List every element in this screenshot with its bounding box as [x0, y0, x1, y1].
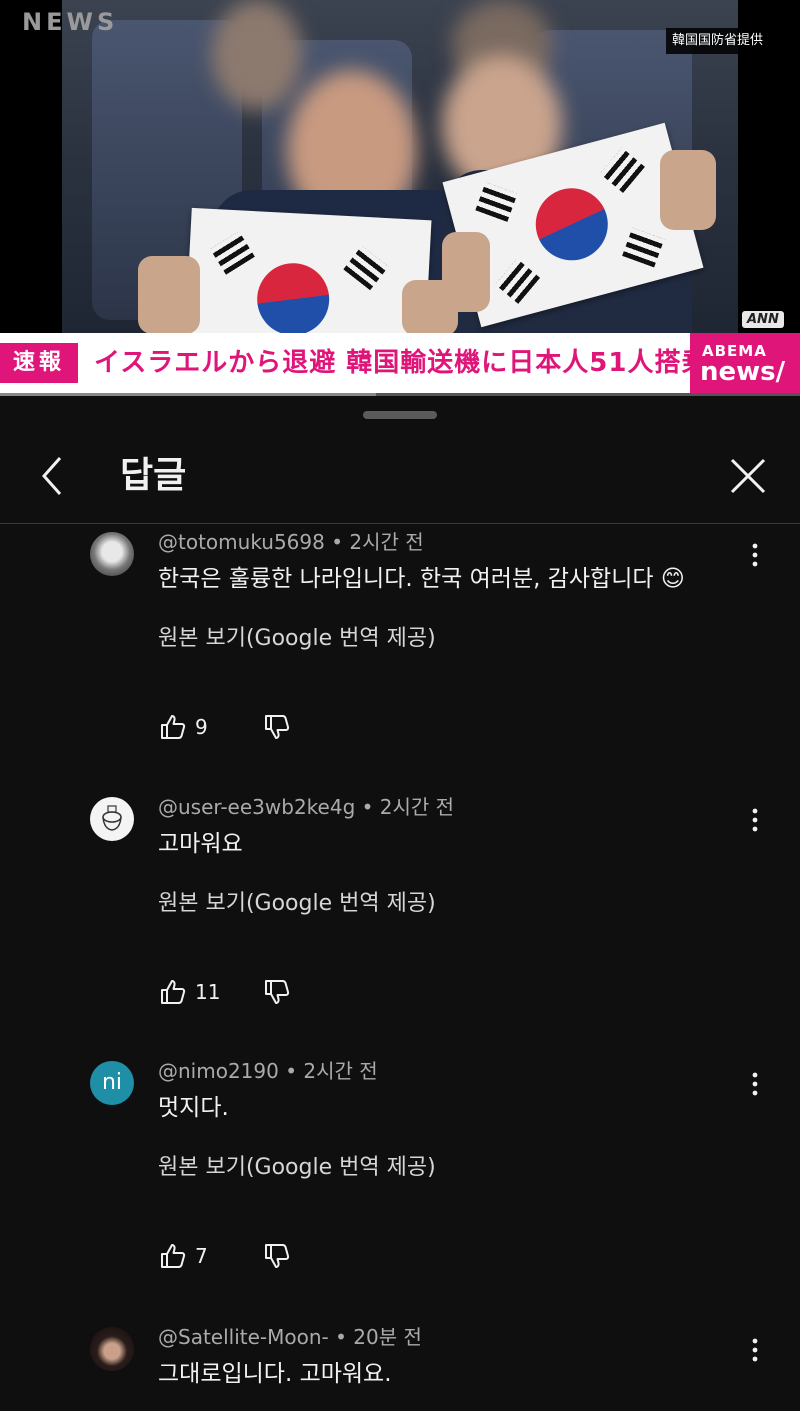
image-credit: 韓国国防省提供: [666, 28, 770, 54]
see-original-link[interactable]: 원본 보기(Google 번역 제공): [158, 887, 436, 921]
dislike-button[interactable]: [262, 712, 292, 742]
video-frame: [62, 0, 738, 333]
thumbs-down-icon: [262, 1241, 292, 1271]
reply-author[interactable]: @totomuku5698: [158, 530, 325, 554]
more-options-button[interactable]: [740, 1335, 770, 1365]
reply-time: 20분 전: [353, 1325, 422, 1349]
reply-text: 그대로입니다. 고마워요.: [158, 1361, 392, 1387]
more-vert-icon: [740, 1335, 770, 1365]
see-original-link[interactable]: 원본 보기(Google 번역 제공): [158, 622, 436, 656]
sheet-header: 답글: [0, 436, 800, 524]
thumbs-up-icon: [158, 977, 188, 1007]
reply-time: 2시간 전: [349, 530, 424, 554]
ann-logo: ANN: [742, 311, 784, 328]
avatar[interactable]: [90, 1327, 134, 1371]
avatar-initials: ni: [101, 1070, 123, 1095]
more-vert-icon: [740, 1069, 770, 1099]
abema-logo-bottom: news/: [700, 357, 786, 387]
flag-left: [184, 207, 432, 333]
thumbs-down-icon: [262, 977, 292, 1007]
reply-meta: @user-ee3wb2ke4g • 2시간 전: [158, 795, 455, 819]
reply-text: 고마워요: [158, 831, 243, 857]
breaking-label: 速報: [0, 343, 78, 383]
drag-handle[interactable]: [363, 411, 437, 419]
back-button[interactable]: [30, 452, 78, 500]
close-button[interactable]: [724, 452, 772, 500]
reply-author[interactable]: @user-ee3wb2ke4g: [158, 795, 355, 819]
reply-text: 한국은 훌륭한 나라입니다. 한국 여러분, 감사합니다 😊: [158, 566, 685, 592]
reply-author[interactable]: @Satellite-Moon-: [158, 1325, 329, 1349]
thumbs-up-icon: [158, 1241, 188, 1271]
reply-time: 2시간 전: [303, 1059, 378, 1083]
replies-sheet: 답글 @totomuku5698 • 2시간 전 한국은 훌륭한 나라입니다. …: [0, 396, 800, 1411]
ticker-headline: イスラエルから退避 韓国輸送機に日本人51人搭乗: [94, 348, 709, 378]
thumbs-up-icon: [158, 712, 188, 742]
like-button[interactable]: [158, 1241, 188, 1271]
like-button[interactable]: [158, 712, 188, 742]
like-button[interactable]: [158, 977, 188, 1007]
more-vert-icon: [740, 805, 770, 835]
chevron-left-icon: [30, 452, 78, 500]
more-options-button[interactable]: [740, 540, 770, 570]
video-player[interactable]: NEWS 韓国国防省提供 ANN 速報 イスラエルから退避 韓国輸送機に日本人5…: [0, 0, 800, 396]
sheet-title: 답글: [120, 455, 187, 496]
reply-text: 멋지다.: [158, 1095, 229, 1121]
dislike-button[interactable]: [262, 1241, 292, 1271]
more-vert-icon: [740, 540, 770, 570]
reply-time: 2시간 전: [379, 795, 455, 819]
reply-author[interactable]: @nimo2190: [158, 1059, 279, 1083]
toilet-avatar-icon: [102, 805, 122, 831]
like-count: 9: [195, 715, 208, 739]
reply-meta: @totomuku5698 • 2시간 전: [158, 530, 424, 554]
reply-meta: @nimo2190 • 2시간 전: [158, 1059, 378, 1083]
news-ticker: 速報 イスラエルから退避 韓国輸送機に日本人51人搭乗 ABEMA news/: [0, 333, 800, 393]
reply-item: ni @nimo2190 • 2시간 전 멋지다. 원본 보기(Google 번…: [0, 1057, 800, 1317]
avatar[interactable]: ni: [90, 1061, 134, 1105]
like-count: 7: [195, 1244, 208, 1268]
avatar[interactable]: [90, 532, 134, 576]
more-options-button[interactable]: [740, 1069, 770, 1099]
reply-item: @user-ee3wb2ke4g • 2시간 전 고마워요 원본 보기(Goog…: [0, 793, 800, 1053]
reply-item: @totomuku5698 • 2시간 전 한국은 훌륭한 나라입니다. 한국 …: [0, 528, 800, 788]
see-original-link[interactable]: 원본 보기(Google 번역 제공): [158, 1151, 436, 1185]
abema-news-logo: ABEMA news/: [690, 333, 800, 393]
more-options-button[interactable]: [740, 805, 770, 835]
avatar[interactable]: [90, 797, 134, 841]
news-logo: NEWS: [22, 8, 119, 36]
reply-item: @Satellite-Moon- • 20분 전 그대로입니다. 고마워요.: [0, 1323, 800, 1411]
reply-meta: @Satellite-Moon- • 20분 전: [158, 1325, 422, 1349]
close-icon: [724, 452, 772, 500]
dislike-button[interactable]: [262, 977, 292, 1007]
like-count: 11: [195, 980, 221, 1004]
thumbs-down-icon: [262, 712, 292, 742]
